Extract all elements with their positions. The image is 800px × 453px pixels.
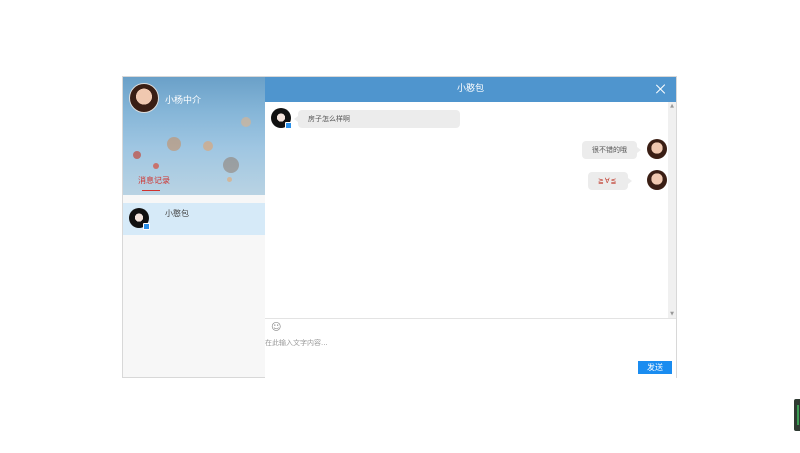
message-bubble-outgoing: 很不错的哦	[582, 141, 641, 159]
message-bubble-emoticon: ≧∀≦	[588, 172, 632, 190]
my-message-avatar	[647, 170, 667, 190]
close-icon[interactable]	[652, 80, 670, 98]
composer: ☺ 发送	[265, 318, 676, 378]
online-badge-icon	[143, 223, 150, 230]
online-badge-icon	[285, 122, 292, 129]
message-scrollbar[interactable]: ▲ ▼	[668, 102, 676, 318]
scroll-down-icon[interactable]: ▼	[668, 310, 676, 318]
smiley-icon[interactable]: ☺	[271, 322, 281, 333]
contact-list-item[interactable]: 小憨包	[123, 203, 265, 235]
message-bubble-incoming: 房子怎么样啊	[294, 110, 460, 128]
chat-header: 小憨包	[265, 77, 676, 102]
scroll-up-icon[interactable]: ▲	[668, 102, 676, 110]
tab-active-indicator	[142, 190, 160, 191]
message-input[interactable]	[265, 335, 625, 351]
side-panel-handle[interactable]	[794, 399, 800, 431]
message-list[interactable]: 房子怎么样啊 很不错的哦 ≧∀≦ ▲ ▼	[265, 102, 676, 318]
profile-name: 小杨中介	[165, 96, 202, 106]
my-message-avatar	[647, 139, 667, 159]
profile-avatar[interactable]	[129, 83, 159, 113]
chat-title: 小憨包	[456, 84, 484, 94]
sidebar: 小杨中介 消息记录 小憨包	[123, 77, 265, 377]
profile-banner: 小杨中介 消息记录	[123, 77, 265, 195]
contact-name: 小憨包	[165, 209, 189, 218]
chat-window: 小杨中介 消息记录 小憨包 小憨包 房子怎么样啊 很不错的哦 ≧∀≦ ▲ ▼ ☺…	[122, 76, 677, 378]
send-button[interactable]: 发送	[638, 361, 672, 374]
tab-message-history[interactable]: 消息记录	[138, 175, 170, 186]
